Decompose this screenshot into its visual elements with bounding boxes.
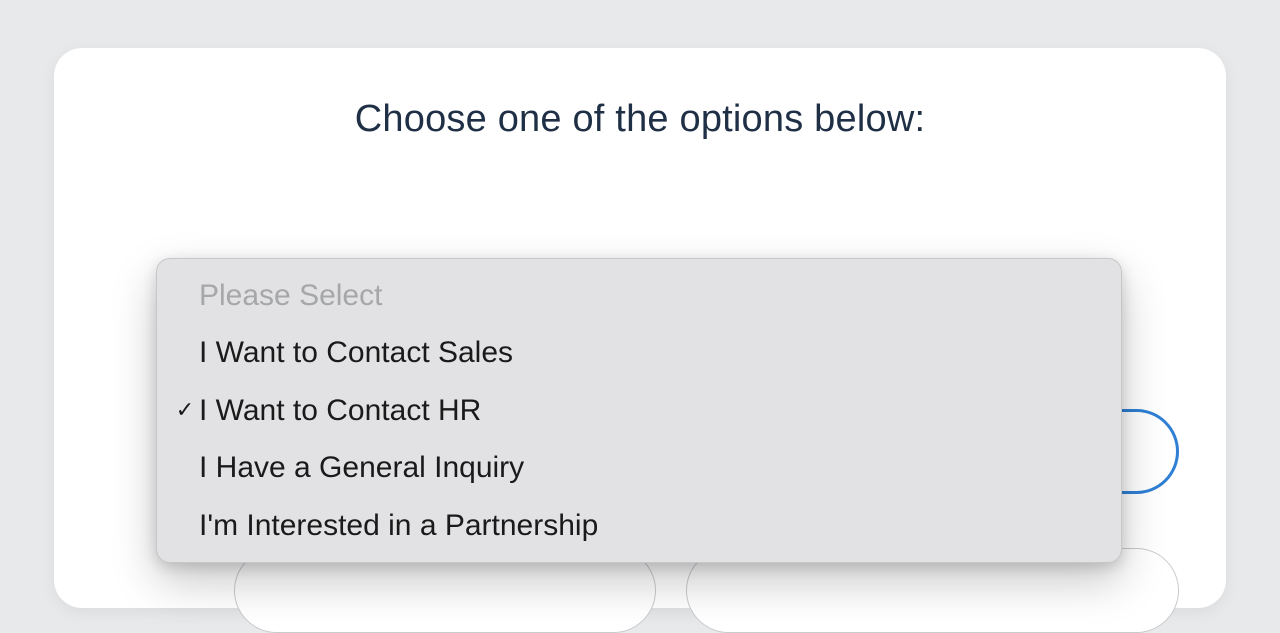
page-title: Choose one of the options below: xyxy=(114,96,1166,144)
option-label: I Want to Contact Sales xyxy=(199,332,513,373)
select-option-0[interactable]: I Want to Contact Sales xyxy=(157,324,1121,381)
select-option-2[interactable]: I Have a General Inquiry xyxy=(157,439,1121,496)
option-label: I'm Interested in a Partnership xyxy=(199,505,598,546)
select-popover[interactable]: Please Select I Want to Contact Sales ✓ … xyxy=(156,258,1122,563)
option-label: Please Select xyxy=(199,275,382,316)
select-option-placeholder[interactable]: Please Select xyxy=(157,267,1121,324)
select-option-3[interactable]: I'm Interested in a Partnership xyxy=(157,497,1121,554)
option-label: I Have a General Inquiry xyxy=(199,447,524,488)
check-icon: ✓ xyxy=(171,395,199,425)
select-option-1[interactable]: ✓ I Want to Contact HR xyxy=(157,382,1121,439)
option-label: I Want to Contact HR xyxy=(199,390,481,431)
